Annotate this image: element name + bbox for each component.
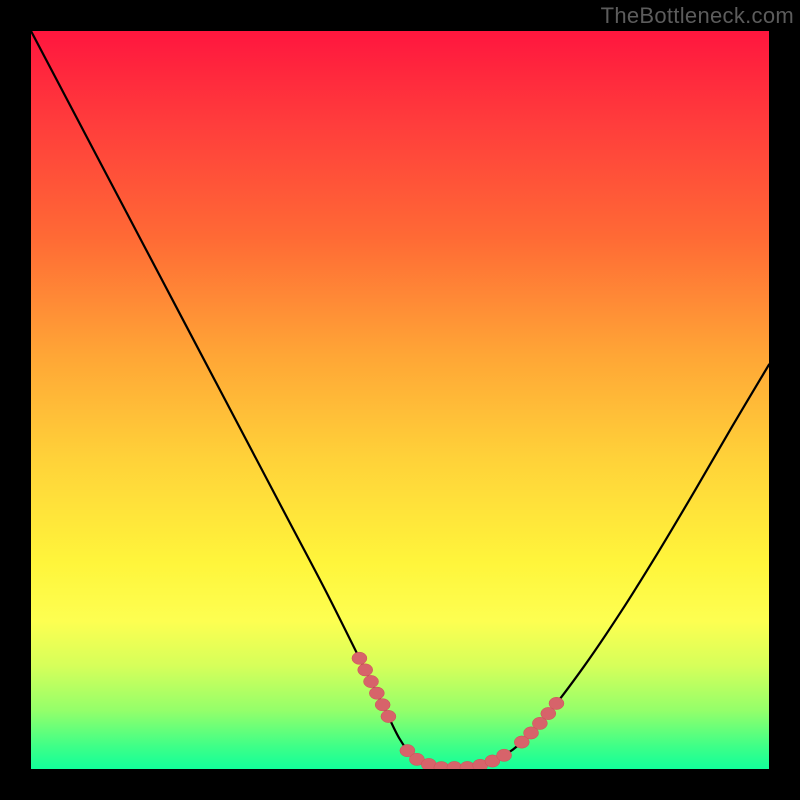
highlight-dot [381,710,396,722]
chart-svg [31,31,769,769]
highlight-dot [447,761,462,769]
watermark-text: TheBottleneck.com [601,3,794,29]
highlight-dot [497,749,512,761]
highlight-dot [352,652,367,664]
highlight-dot [358,664,373,676]
highlight-dot [375,699,390,711]
highlight-dots-layer [352,652,564,769]
highlight-dot [364,675,379,687]
chart-frame [31,31,769,769]
bottleneck-curve [31,31,769,768]
highlight-dot [549,697,564,709]
highlight-dot [369,687,384,699]
